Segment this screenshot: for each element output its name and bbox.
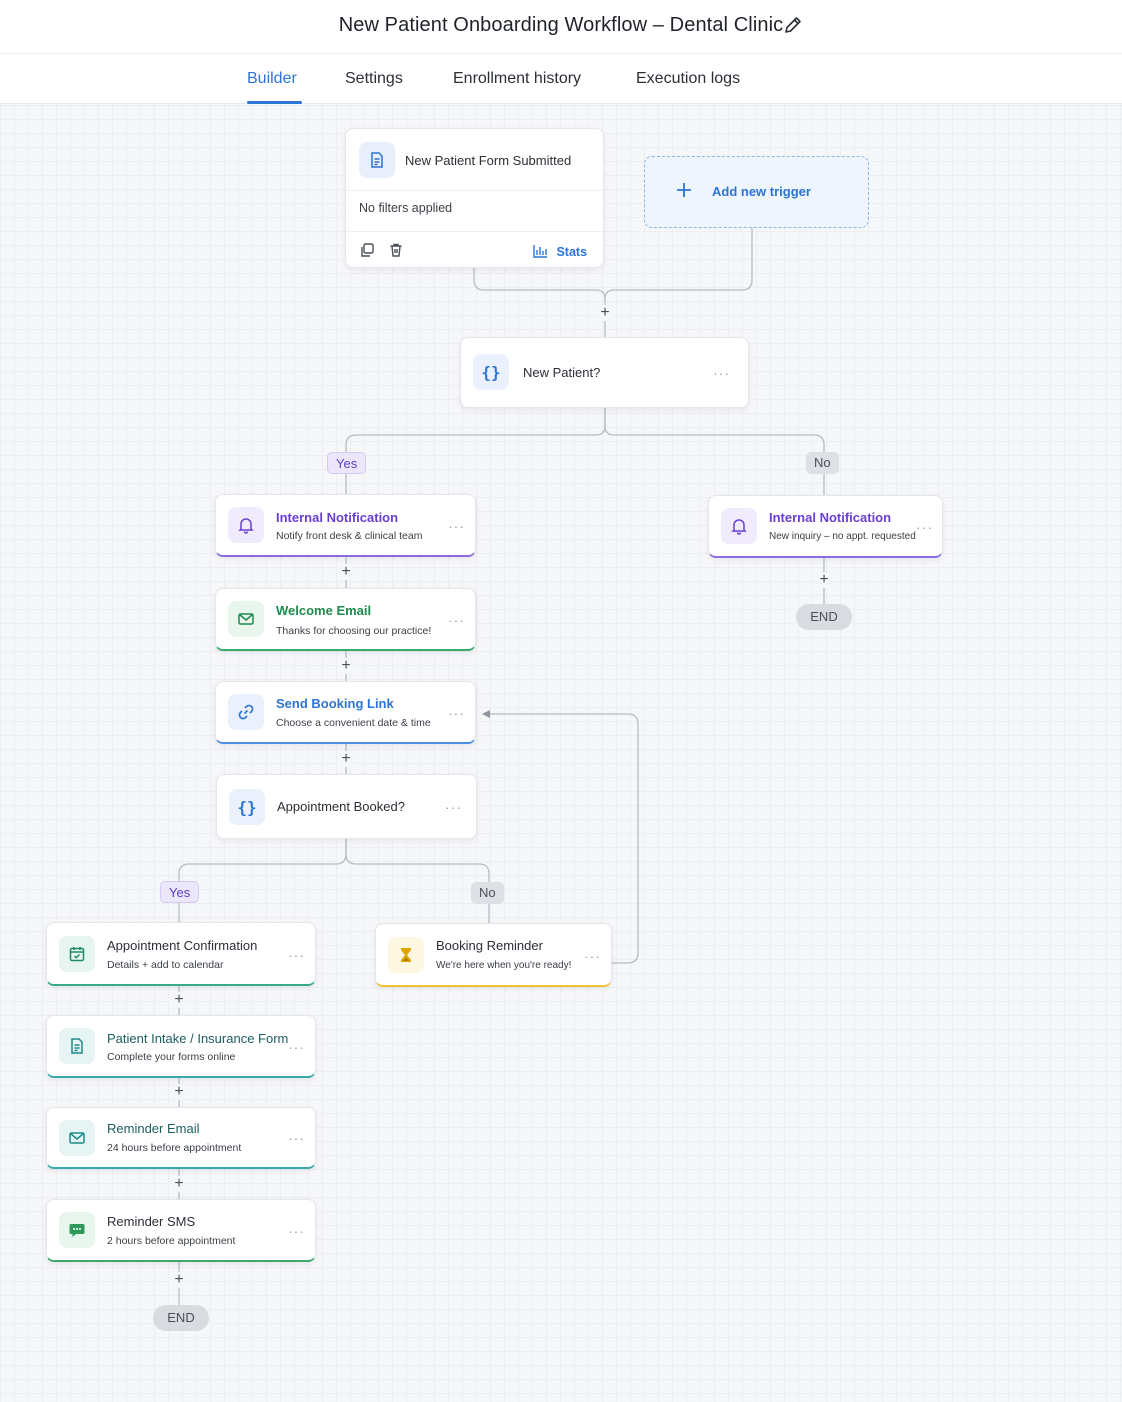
node-booking-reminder[interactable]: Booking Reminder We're here when you're …	[375, 923, 612, 987]
condition-title: Appointment Booked?	[277, 799, 405, 814]
more-icon[interactable]: ···	[713, 366, 730, 380]
more-icon[interactable]: ···	[288, 1224, 305, 1238]
more-icon[interactable]: ···	[445, 800, 462, 814]
form-icon	[59, 1028, 95, 1064]
branch-no-label: No	[806, 452, 839, 474]
node-subtitle: Thanks for choosing our practice!	[276, 625, 432, 637]
more-icon[interactable]: ···	[448, 613, 465, 627]
divider	[346, 190, 603, 191]
node-title: Booking Reminder	[436, 938, 543, 953]
branch-no-label: No	[471, 882, 504, 904]
branch-yes-label: Yes	[160, 881, 200, 903]
trash-icon[interactable]	[388, 242, 404, 263]
copy-icon[interactable]	[359, 242, 375, 263]
add-step-button[interactable]: +	[171, 1272, 187, 1288]
braces-icon: {}	[229, 789, 265, 825]
node-title: Internal Notification	[769, 510, 892, 525]
document-icon	[359, 142, 395, 178]
add-step-button[interactable]: +	[338, 564, 354, 580]
condition-title: New Patient?	[523, 365, 601, 380]
node-title: Internal Notification	[276, 510, 399, 525]
header-bar: New Patient Onboarding Workflow – Dental…	[0, 0, 1122, 54]
node-title: Reminder SMS	[107, 1214, 196, 1229]
node-internal-notification[interactable]: Internal Notification Notify front desk …	[215, 494, 476, 557]
more-icon[interactable]: ···	[288, 1040, 305, 1054]
add-step-button[interactable]: +	[171, 1176, 187, 1192]
tab-execution-logs[interactable]: Execution logs	[636, 70, 740, 88]
bell-icon	[228, 507, 264, 543]
node-title: Welcome Email	[276, 603, 372, 618]
more-icon[interactable]: ···	[448, 706, 465, 720]
trigger-filters: No filters applied	[359, 201, 453, 215]
braces-icon: {}	[473, 354, 509, 390]
node-welcome-email[interactable]: Welcome Email Thanks for choosing our pr…	[215, 588, 476, 651]
node-appointment-confirmation[interactable]: Appointment Confirmation Details + add t…	[46, 922, 316, 986]
calendar-icon	[59, 936, 95, 972]
hourglass-icon	[388, 937, 424, 973]
node-subtitle: Complete your forms online	[107, 1051, 236, 1063]
tab-bar: Builder Settings Enrollment history Exec…	[0, 54, 1122, 104]
bell-icon	[721, 508, 757, 544]
node-subtitle: Notify front desk & clinical team	[276, 530, 423, 542]
tab-settings[interactable]: Settings	[345, 70, 403, 88]
add-step-button[interactable]: +	[816, 572, 832, 588]
tab-builder[interactable]: Builder	[247, 70, 297, 88]
trigger-title: New Patient Form Submitted	[405, 153, 572, 168]
chat-icon	[59, 1212, 95, 1248]
more-icon[interactable]: ···	[288, 1131, 305, 1145]
condition-new-patient[interactable]: {} New Patient? ···	[460, 337, 749, 408]
add-step-button[interactable]: +	[171, 992, 187, 1008]
add-step-button[interactable]: +	[171, 1084, 187, 1100]
stats-label: Stats	[556, 245, 588, 259]
more-icon[interactable]: ···	[584, 949, 601, 963]
node-subtitle: Choose a convenient date & time	[276, 717, 431, 729]
node-patient-intake-form[interactable]: Patient Intake / Insurance Form Complete…	[46, 1015, 316, 1078]
node-title: Appointment Confirmation	[107, 938, 258, 953]
node-send-booking-link[interactable]: Send Booking Link Choose a convenient da…	[215, 681, 476, 744]
node-subtitle: Details + add to calendar	[107, 959, 224, 971]
node-internal-notification-no[interactable]: Internal Notification New inquiry – no a…	[708, 495, 943, 558]
active-tab-indicator	[247, 101, 302, 104]
node-title: Patient Intake / Insurance Form	[107, 1031, 289, 1046]
plus-icon	[675, 181, 693, 204]
more-icon[interactable]: ···	[448, 519, 465, 533]
add-trigger-label: Add new trigger	[712, 184, 811, 199]
node-title: Send Booking Link	[276, 696, 394, 711]
page-title: New Patient Onboarding Workflow – Dental…	[338, 14, 784, 36]
stats-button[interactable]: Stats	[533, 243, 587, 261]
mail-icon	[228, 601, 264, 637]
node-reminder-email[interactable]: Reminder Email 24 hours before appointme…	[46, 1107, 316, 1169]
node-subtitle: 2 hours before appointment	[107, 1235, 236, 1247]
mail-icon	[59, 1120, 95, 1156]
link-icon	[228, 694, 264, 730]
end-marker: END	[796, 604, 852, 630]
pencil-icon[interactable]	[782, 14, 804, 36]
node-subtitle: We're here when you're ready!	[436, 960, 572, 971]
add-step-button[interactable]: +	[338, 658, 354, 674]
more-icon[interactable]: ···	[916, 520, 933, 534]
node-subtitle: 24 hours before appointment	[107, 1142, 242, 1154]
end-marker: END	[153, 1305, 209, 1331]
node-subtitle: New inquiry – no appt. requested	[769, 531, 916, 542]
add-step-button[interactable]: +	[338, 751, 354, 767]
more-icon[interactable]: ···	[288, 948, 305, 962]
add-trigger-button[interactable]: Add new trigger	[644, 156, 869, 228]
condition-appointment-booked[interactable]: {} Appointment Booked? ···	[216, 774, 477, 839]
tab-enrollment-history[interactable]: Enrollment history	[453, 70, 581, 88]
branch-yes-label: Yes	[327, 452, 367, 474]
trigger-card[interactable]: New Patient Form Submitted No filters ap…	[345, 128, 604, 268]
add-step-button[interactable]: +	[597, 305, 613, 321]
divider	[346, 231, 603, 232]
node-title: Reminder Email	[107, 1121, 200, 1136]
bar-chart-icon	[533, 245, 547, 258]
node-reminder-sms[interactable]: Reminder SMS 2 hours before appointment …	[46, 1199, 316, 1262]
